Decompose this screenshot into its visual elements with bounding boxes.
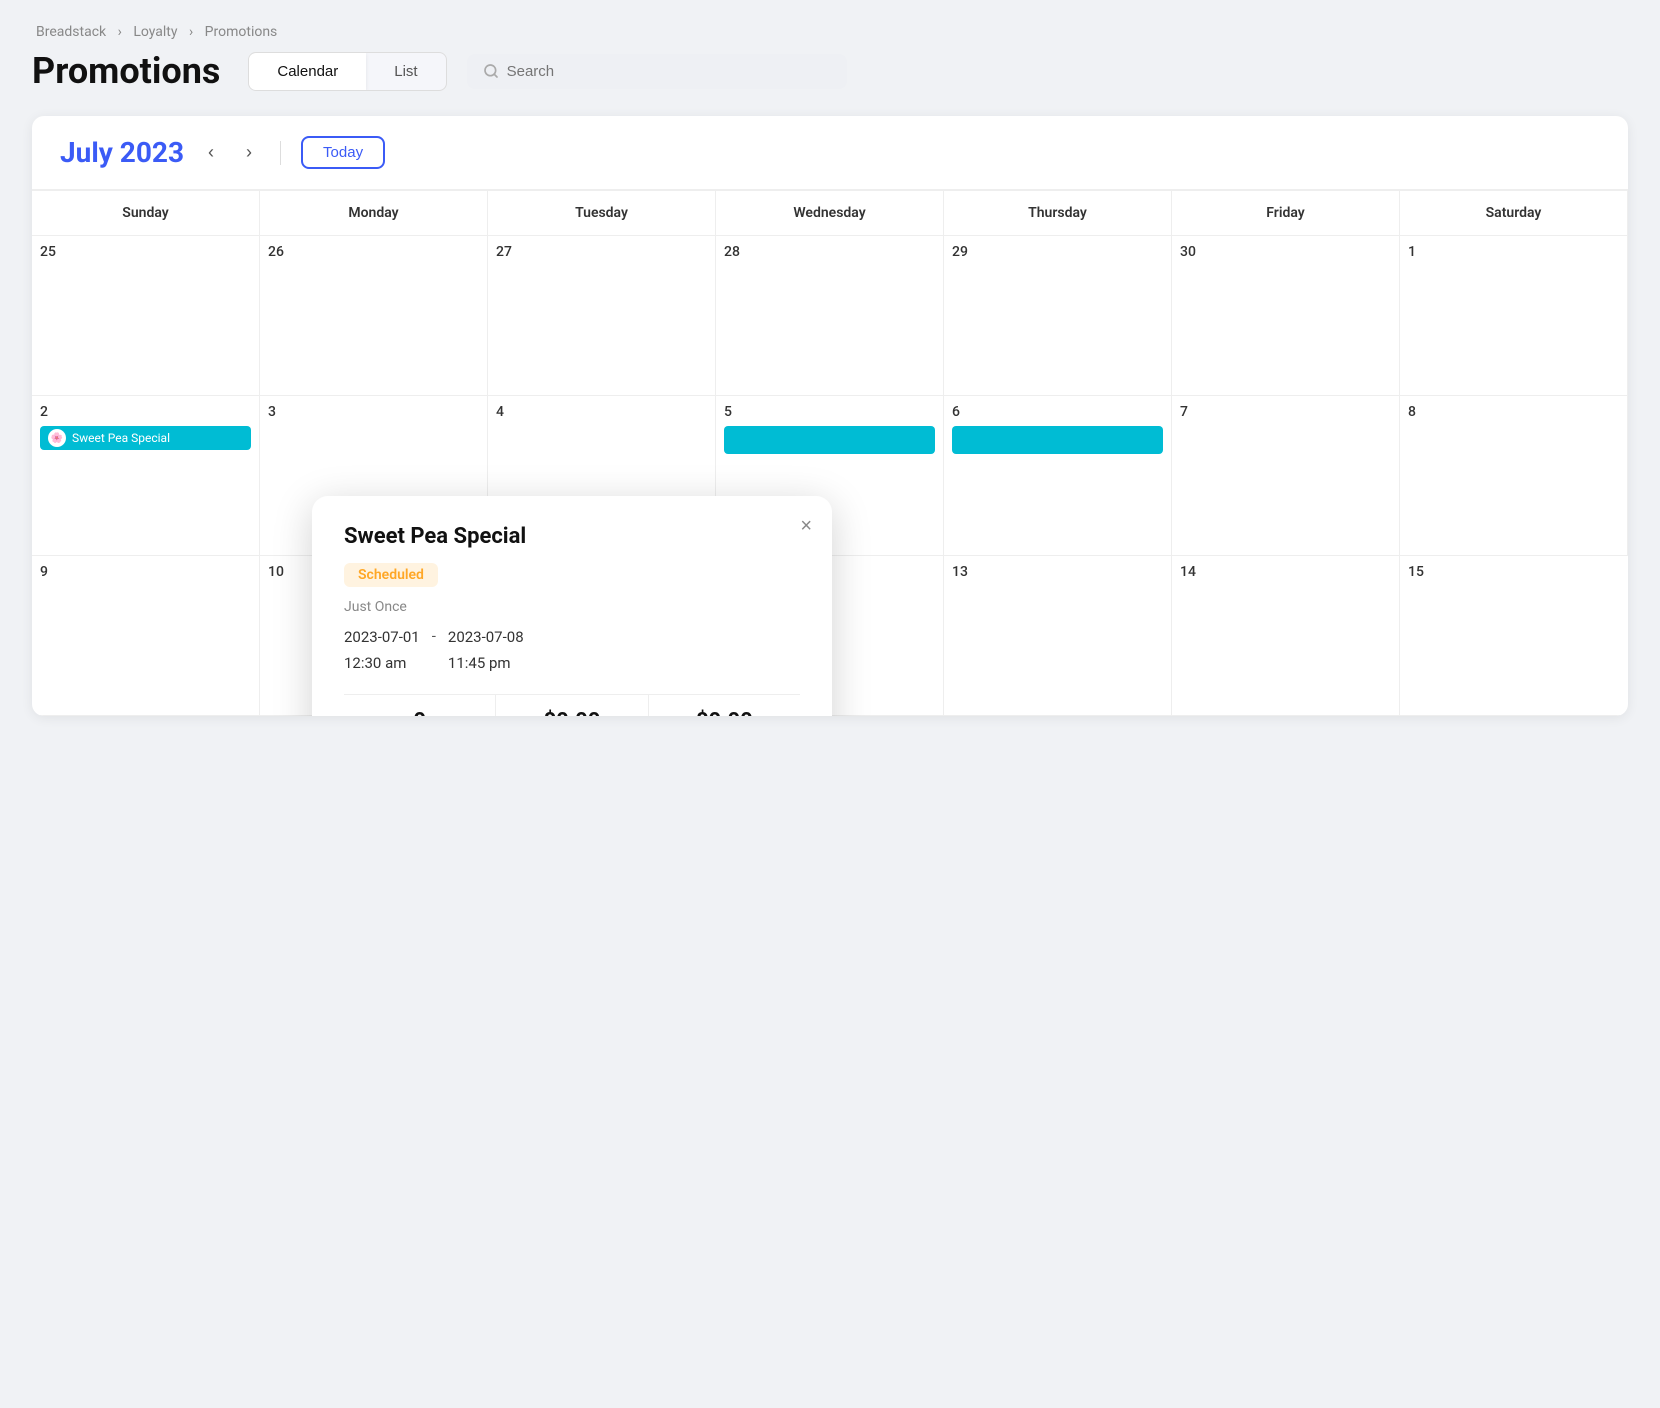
day-cell-2: 2 🌸 Sweet Pea Special	[32, 396, 260, 556]
day-header-friday: Friday	[1172, 191, 1400, 236]
day-cell-1: 1	[1400, 236, 1628, 396]
breadcrumb: Breadstack › Loyalty › Promotions	[32, 24, 1628, 40]
event-avatar: 🌸	[48, 429, 66, 447]
day-header-tuesday: Tuesday	[488, 191, 716, 236]
day-num: 27	[496, 244, 707, 260]
day-num: 7	[1180, 404, 1391, 420]
nav-divider	[280, 141, 281, 165]
day-num: 25	[40, 244, 251, 260]
day-cell-28: 28	[716, 236, 944, 396]
day-num: 30	[1180, 244, 1391, 260]
popup-title: Sweet Pea Special	[344, 524, 800, 549]
day-header-monday: Monday	[260, 191, 488, 236]
stat-products-sold-value: 0	[344, 709, 495, 716]
day-cell-14: 14	[1172, 556, 1400, 716]
page-title: Promotions	[32, 50, 220, 92]
breadcrumb-sep1: ›	[118, 24, 122, 40]
day-header-wednesday: Wednesday	[716, 191, 944, 236]
next-month-button[interactable]: ›	[238, 138, 260, 167]
day-num: 28	[724, 244, 935, 260]
popup-start-time: 12:30 am	[344, 651, 420, 677]
breadcrumb-breadstack[interactable]: Breadstack	[36, 24, 106, 40]
day-cell-30: 30	[1172, 236, 1400, 396]
calendar-container: July 2023 ‹ › Today Sunday Monday Tuesda…	[32, 116, 1628, 716]
stat-revenue-value: $0.00	[496, 709, 647, 716]
popup-close-button[interactable]: ×	[800, 516, 812, 536]
day-num: 5	[724, 404, 935, 420]
day-num: 29	[952, 244, 1163, 260]
day-num: 14	[1180, 564, 1391, 580]
calendar-header: July 2023 ‹ › Today	[32, 116, 1628, 190]
popup-overlay: × Sweet Pea Special Scheduled Just Once …	[312, 496, 832, 716]
search-box	[467, 54, 847, 89]
event-bar-cont-5	[724, 426, 935, 454]
day-num: 13	[952, 564, 1163, 580]
day-header-thursday: Thursday	[944, 191, 1172, 236]
stat-products-sold: 0 Products Sold	[344, 695, 496, 716]
day-num: 2	[40, 404, 251, 420]
today-button[interactable]: Today	[301, 136, 385, 169]
view-list-button[interactable]: List	[366, 53, 445, 90]
day-cell-26: 26	[260, 236, 488, 396]
popup-end-time: 11:45 pm	[448, 651, 524, 677]
stat-gross-profit: $0.00 Gross Profit	[649, 695, 800, 716]
popup-start-date: 2023-07-01	[344, 625, 420, 651]
day-num: 1	[1408, 244, 1619, 260]
popup-dates: 2023-07-01 12:30 am - 2023-07-08 11:45 p…	[344, 625, 800, 676]
popup-end-col: 2023-07-08 11:45 pm	[448, 625, 524, 676]
popup-date-dash: -	[432, 627, 436, 645]
breadcrumb-sep2: ›	[189, 24, 193, 40]
day-cell-9: 9	[32, 556, 260, 716]
stat-revenue: $0.00 Revenue	[496, 695, 648, 716]
day-num: 26	[268, 244, 479, 260]
popup-end-date: 2023-07-08	[448, 625, 524, 651]
day-num: 3	[268, 404, 479, 420]
day-cell-6: 6	[944, 396, 1172, 556]
event-bar-label: Sweet Pea Special	[72, 431, 170, 445]
day-num: 8	[1408, 404, 1619, 420]
search-icon	[483, 63, 499, 79]
day-cell-7: 7	[1172, 396, 1400, 556]
status-badge: Scheduled	[344, 563, 438, 587]
search-input[interactable]	[507, 63, 831, 80]
promotion-popup: × Sweet Pea Special Scheduled Just Once …	[312, 496, 832, 716]
calendar-month-title: July 2023	[60, 136, 184, 169]
event-bar-sweet-pea[interactable]: 🌸 Sweet Pea Special	[40, 426, 251, 450]
prev-month-button[interactable]: ‹	[200, 138, 222, 167]
popup-recurrence: Just Once	[344, 599, 800, 615]
breadcrumb-loyalty[interactable]: Loyalty	[133, 24, 177, 40]
day-num: 4	[496, 404, 707, 420]
day-cell-15: 15	[1400, 556, 1628, 716]
day-num: 6	[952, 404, 1163, 420]
day-num: 15	[1408, 564, 1620, 580]
stat-gross-profit-value: $0.00	[649, 709, 800, 716]
day-header-saturday: Saturday	[1400, 191, 1628, 236]
day-header-sunday: Sunday	[32, 191, 260, 236]
view-calendar-button[interactable]: Calendar	[249, 53, 366, 90]
event-bar-cont-6	[952, 426, 1163, 454]
day-num: 9	[40, 564, 251, 580]
popup-start-col: 2023-07-01 12:30 am	[344, 625, 420, 676]
day-cell-29: 29	[944, 236, 1172, 396]
day-cell-25: 25	[32, 236, 260, 396]
stats-row: 0 Products Sold $0.00 Revenue $0.00 Gros…	[344, 694, 800, 716]
day-cell-27: 27	[488, 236, 716, 396]
breadcrumb-promotions[interactable]: Promotions	[205, 24, 278, 40]
day-cell-8: 8	[1400, 396, 1628, 556]
day-cell-13: 13	[944, 556, 1172, 716]
view-toggle: Calendar List	[248, 52, 446, 91]
